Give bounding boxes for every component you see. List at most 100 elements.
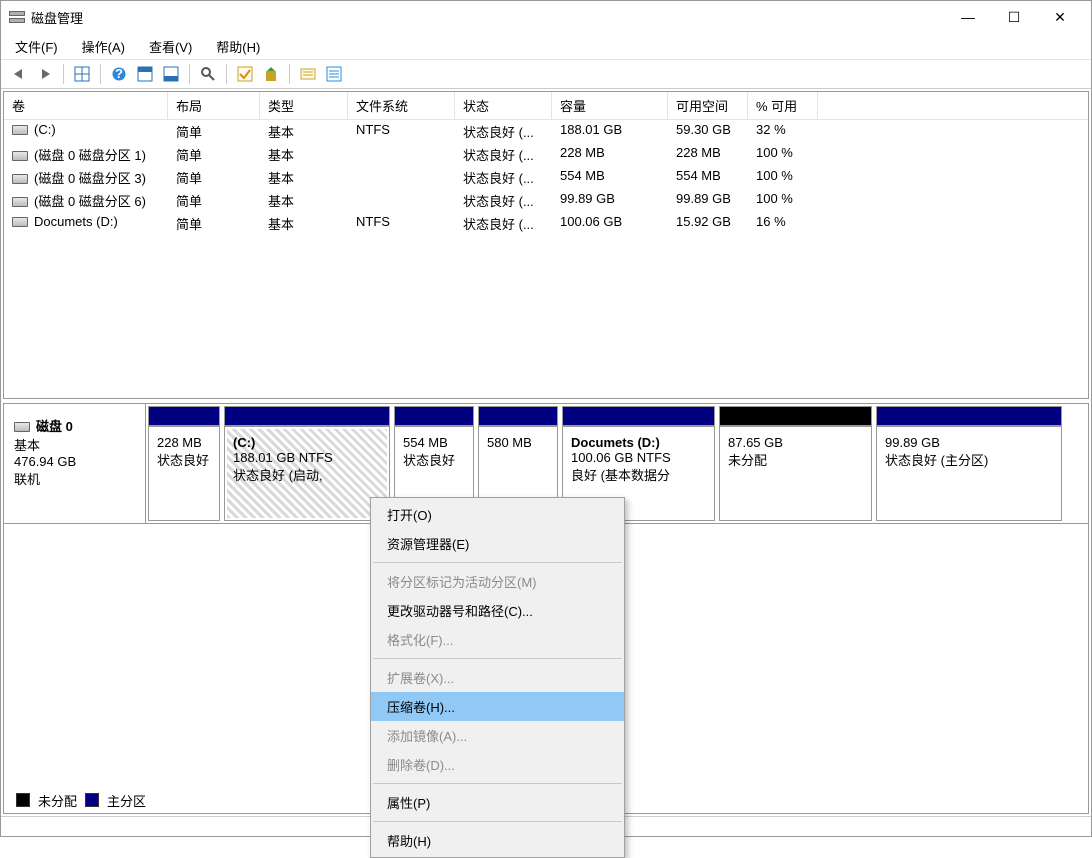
ctx-explorer[interactable]: 资源管理器(E) (371, 529, 624, 558)
col-layout[interactable]: 布局 (168, 92, 260, 119)
volume-free: 228 MB (668, 143, 748, 166)
view-split-button[interactable] (70, 62, 94, 86)
volume-row[interactable]: (磁盘 0 磁盘分区 1)简单基本状态良好 (...228 MB228 MB10… (4, 143, 1088, 166)
partition-detail: 100.06 GB NTFS (571, 450, 706, 465)
volume-icon (12, 217, 28, 227)
menu-view[interactable]: 查看(V) (143, 35, 198, 58)
volume-name: Documets (D:) (34, 214, 118, 229)
col-status[interactable]: 状态 (455, 92, 552, 119)
volume-list-pane[interactable]: 卷 布局 类型 文件系统 状态 容量 可用空间 % 可用 (C:)简单基本NTF… (3, 91, 1089, 399)
ctx-change-letter[interactable]: 更改驱动器号和路径(C)... (371, 596, 624, 625)
volume-layout: 简单 (168, 212, 260, 235)
menu-help[interactable]: 帮助(H) (210, 35, 266, 58)
action-config-button[interactable] (296, 62, 320, 86)
partition-detail: 580 MB (487, 435, 549, 450)
col-filesystem[interactable]: 文件系统 (348, 92, 455, 119)
ctx-format: 格式化(F)... (371, 625, 624, 654)
partition-detail: 554 MB (403, 435, 465, 450)
partition-band (224, 406, 390, 426)
action-check-button[interactable] (233, 62, 257, 86)
volume-row[interactable]: Documets (D:) 简单基本NTFS状态良好 (...100.06 GB 1… (4, 212, 1088, 235)
volume-type: 基本 (260, 189, 348, 212)
volume-fs: NTFS (348, 120, 455, 143)
ctx-extend: 扩展卷(X)... (371, 663, 624, 692)
close-button[interactable]: ✕ (1037, 1, 1083, 33)
toolbar: ? (1, 59, 1091, 89)
volume-icon (12, 125, 28, 135)
nav-forward-button[interactable] (33, 62, 57, 86)
volume-percent: 100 % (748, 143, 818, 166)
volume-type: 基本 (260, 212, 348, 235)
settings-button[interactable] (196, 62, 220, 86)
disk-name: 磁盘 0 (36, 419, 73, 434)
col-type[interactable]: 类型 (260, 92, 348, 119)
legend-primary: 主分区 (107, 791, 146, 810)
partition-band (478, 406, 558, 426)
partition-band (719, 406, 872, 426)
disk-label[interactable]: 磁盘 0 基本 476.94 GB 联机 (4, 404, 146, 523)
legend-swatch-primary (85, 793, 99, 807)
ctx-help[interactable]: 帮助(H) (371, 826, 624, 855)
menubar: 文件(F) 操作(A) 查看(V) 帮助(H) (1, 33, 1091, 59)
col-percent[interactable]: % 可用 (748, 92, 818, 119)
volume-layout: 简单 (168, 120, 260, 143)
view-top-button[interactable] (133, 62, 157, 86)
svg-text:?: ? (115, 66, 123, 81)
volume-free: 59.30 GB (668, 120, 748, 143)
window-title: 磁盘管理 (31, 8, 83, 27)
maximize-button[interactable]: ☐ (991, 1, 1037, 33)
partition-block[interactable]: 87.65 GB未分配 (719, 426, 872, 521)
partition-title: Documets (D:) (571, 435, 706, 450)
volume-name: (磁盘 0 磁盘分区 3) (34, 171, 146, 186)
partition-detail: 99.89 GB (885, 435, 1053, 450)
partition-status: 状态良好 (启动, (233, 465, 381, 484)
volume-status: 状态良好 (... (455, 120, 552, 143)
partition-block[interactable]: 99.89 GB状态良好 (主分区) (876, 426, 1062, 521)
partition-block[interactable]: 228 MB状态良好 (148, 426, 220, 521)
ctx-properties[interactable]: 属性(P) (371, 788, 624, 817)
ctx-shrink[interactable]: 压缩卷(H)... (371, 692, 624, 721)
volume-type: 基本 (260, 143, 348, 166)
volume-type: 基本 (260, 120, 348, 143)
col-volume[interactable]: 卷 (4, 92, 168, 119)
volume-layout: 简单 (168, 166, 260, 189)
volume-fs: NTFS (348, 212, 455, 235)
help-button[interactable]: ? (107, 62, 131, 86)
volume-row[interactable]: (C:)简单基本NTFS状态良好 (...188.01 GB59.30 GB32… (4, 120, 1088, 143)
view-bottom-button[interactable] (159, 62, 183, 86)
minimize-button[interactable]: — (945, 1, 991, 33)
partition-status: 状态良好 (主分区) (885, 450, 1053, 469)
volume-capacity: 554 MB (552, 166, 668, 189)
ctx-open[interactable]: 打开(O) (371, 500, 624, 529)
legend-swatch-unallocated (16, 793, 30, 807)
volume-status: 状态良好 (... (455, 212, 552, 235)
volume-fs (348, 143, 455, 166)
col-free[interactable]: 可用空间 (668, 92, 748, 119)
partition-status: 未分配 (728, 450, 863, 469)
partition-block[interactable]: (C:)188.01 GB NTFS状态良好 (启动, (224, 426, 390, 521)
volume-percent: 16 % (748, 212, 818, 235)
volume-name: (磁盘 0 磁盘分区 6) (34, 194, 146, 209)
disk-state: 联机 (14, 469, 135, 488)
titlebar: 磁盘管理 — ☐ ✕ (1, 1, 1091, 33)
partition-status: 良好 (基本数据分 (571, 465, 706, 484)
volume-row[interactable]: (磁盘 0 磁盘分区 3)简单基本状态良好 (...554 MB554 MB10… (4, 166, 1088, 189)
disk-type: 基本 (14, 435, 135, 454)
partition-band (562, 406, 715, 426)
menu-action[interactable]: 操作(A) (76, 35, 131, 58)
col-capacity[interactable]: 容量 (552, 92, 668, 119)
nav-back-button[interactable] (7, 62, 31, 86)
disk-size: 476.94 GB (14, 454, 135, 469)
menu-file[interactable]: 文件(F) (9, 35, 64, 58)
ctx-mirror: 添加镜像(A)... (371, 721, 624, 750)
volume-free: 99.89 GB (668, 189, 748, 212)
action-list-button[interactable] (322, 62, 346, 86)
volume-percent: 100 % (748, 189, 818, 212)
partition-status: 状态良好 (403, 450, 465, 469)
ctx-delete: 删除卷(D)... (371, 750, 624, 779)
volume-percent: 100 % (748, 166, 818, 189)
volume-row[interactable]: (磁盘 0 磁盘分区 6)简单基本状态良好 (...99.89 GB99.89 … (4, 189, 1088, 212)
volume-capacity: 100.06 GB (552, 212, 668, 235)
volume-capacity: 228 MB (552, 143, 668, 166)
action-refresh-button[interactable] (259, 62, 283, 86)
